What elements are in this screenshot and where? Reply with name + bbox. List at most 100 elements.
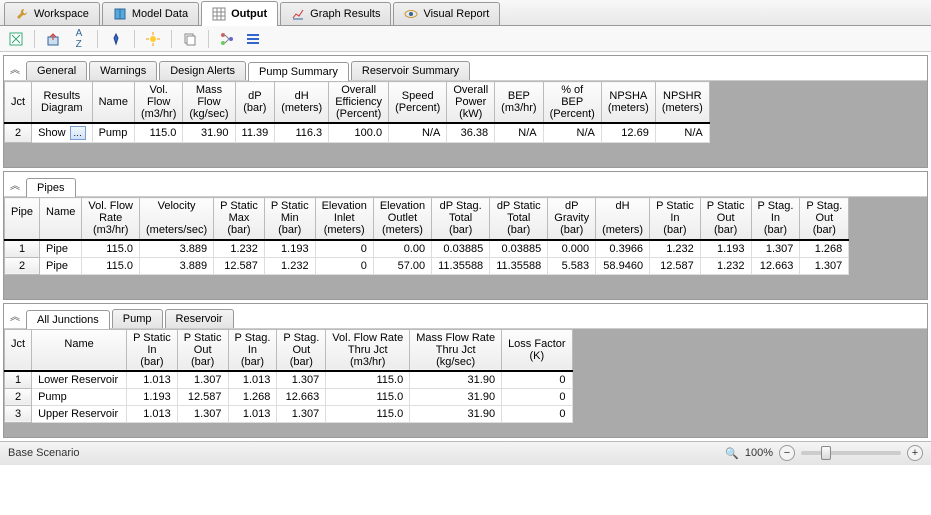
pipes-panel: ︽ Pipes Pipe Name Vol. FlowRate(m3/hr)Ve… [3, 171, 928, 299]
data-cell: 57.00 [373, 257, 431, 274]
col-header[interactable]: Jct [5, 329, 32, 371]
col-header[interactable]: dPGravity(bar) [548, 198, 596, 240]
sub-tab-pump-summary[interactable]: Pump Summary [248, 62, 349, 81]
col-header[interactable]: Vol. Flow RateThru Jct(m3/hr) [326, 329, 410, 371]
data-cell: 1.232 [214, 240, 265, 258]
col-header[interactable]: dP Stag.Total(bar) [432, 198, 490, 240]
col-header[interactable]: P Stag.Out(bar) [277, 329, 326, 371]
col-header[interactable]: NPSHR(meters) [655, 82, 709, 124]
col-header[interactable]: P StaticMax(bar) [214, 198, 265, 240]
sub-tab-warnings[interactable]: Warnings [89, 61, 157, 80]
col-header[interactable]: Loss Factor(K) [502, 329, 572, 371]
col-header[interactable]: P StaticMin(bar) [264, 198, 315, 240]
main-tab-workspace[interactable]: Workspace [4, 2, 100, 25]
col-header[interactable]: P StaticOut(bar) [700, 198, 751, 240]
col-header[interactable]: Velocity (meters/sec) [140, 198, 214, 240]
sub-tab-all-junctions[interactable]: All Junctions [26, 310, 110, 329]
col-header[interactable]: Name [32, 329, 127, 371]
col-header[interactable]: dH(meters) [275, 82, 329, 124]
col-header[interactable]: BEP(m3/hr) [495, 82, 543, 124]
col-header[interactable]: Mass Flow RateThru Jct(kg/sec) [410, 329, 502, 371]
list-button[interactable] [243, 29, 263, 49]
col-header[interactable]: ResultsDiagram [32, 82, 93, 124]
data-cell: 115.0 [134, 123, 182, 143]
col-header[interactable]: MassFlow(kg/sec) [183, 82, 235, 124]
zoom-in-button[interactable]: + [907, 445, 923, 461]
show-cell[interactable]: Show … [32, 123, 93, 143]
sub-tab-general[interactable]: General [26, 61, 87, 80]
col-header[interactable]: dP(bar) [235, 82, 275, 124]
sort-button[interactable]: AZ [69, 29, 89, 49]
name-cell: Pipe [40, 240, 82, 258]
main-tab-visual-report[interactable]: Visual Report [393, 2, 500, 25]
zoom-out-button[interactable]: − [779, 445, 795, 461]
data-cell: 12.587 [177, 388, 228, 405]
ellipsis-button[interactable]: … [70, 126, 86, 140]
sun-button[interactable] [143, 29, 163, 49]
data-cell: 0.00 [373, 240, 431, 258]
data-cell: 1.193 [127, 388, 178, 405]
sub-tab-reservoir-summary[interactable]: Reservoir Summary [351, 61, 470, 80]
col-header[interactable]: P StaticIn(bar) [127, 329, 178, 371]
data-cell: 12.663 [277, 388, 326, 405]
data-cell: 12.587 [214, 257, 265, 274]
row-header[interactable]: 1 [5, 371, 32, 389]
col-header[interactable]: Name [40, 198, 82, 240]
export-button[interactable] [43, 29, 63, 49]
copy-button[interactable] [180, 29, 200, 49]
collapse-button[interactable]: ︽ [4, 57, 26, 79]
data-cell: 100.0 [329, 123, 389, 143]
name-cell: Pipe [40, 257, 82, 274]
col-header[interactable]: OverallPower(kW) [447, 82, 495, 124]
col-header[interactable]: Vol.Flow(m3/hr) [134, 82, 182, 124]
col-header[interactable]: Jct [5, 82, 32, 124]
col-header[interactable]: P StaticOut(bar) [177, 329, 228, 371]
main-tab-model-data[interactable]: Model Data [102, 2, 199, 25]
scenario-label: Base Scenario [8, 447, 80, 459]
data-cell: 12.587 [650, 257, 701, 274]
col-header[interactable]: ElevationOutlet(meters) [373, 198, 431, 240]
col-header[interactable]: Name [92, 82, 134, 124]
pin-button[interactable] [106, 29, 126, 49]
refresh-button[interactable] [6, 29, 26, 49]
name-cell: Pump [92, 123, 134, 143]
data-cell: 11.35588 [490, 257, 548, 274]
data-cell: 1.232 [650, 240, 701, 258]
col-header[interactable]: Pipe [5, 198, 40, 240]
data-cell: 0 [502, 371, 572, 389]
col-header[interactable]: dP StaticTotal(bar) [490, 198, 548, 240]
sub-tab-reservoir[interactable]: Reservoir [165, 309, 234, 328]
col-header[interactable]: P StaticIn(bar) [650, 198, 701, 240]
tree-button[interactable] [217, 29, 237, 49]
row-header[interactable]: 2 [5, 123, 32, 143]
zoom-slider[interactable] [801, 451, 901, 455]
row-header[interactable]: 1 [5, 240, 40, 258]
data-cell: 1.013 [127, 371, 178, 389]
data-cell: 1.307 [751, 240, 800, 258]
data-cell: 116.3 [275, 123, 329, 143]
col-header[interactable]: P Stag.Out(bar) [800, 198, 849, 240]
col-header[interactable]: P Stag.In(bar) [228, 329, 277, 371]
data-cell: 0 [502, 388, 572, 405]
grid-icon [212, 7, 226, 21]
col-header[interactable]: Vol. FlowRate(m3/hr) [82, 198, 140, 240]
row-header[interactable]: 3 [5, 405, 32, 422]
sub-tab-design-alerts[interactable]: Design Alerts [159, 61, 246, 80]
main-tab-output[interactable]: Output [201, 1, 278, 26]
col-header[interactable]: OverallEfficiency(Percent) [329, 82, 389, 124]
data-cell: 1.307 [177, 405, 228, 422]
collapse-button[interactable]: ︽ [4, 305, 26, 327]
col-header[interactable]: % ofBEP(Percent) [543, 82, 601, 124]
sub-tab-pipes[interactable]: Pipes [26, 178, 76, 197]
col-header[interactable]: dH (meters) [596, 198, 650, 240]
col-header[interactable]: P Stag.In(bar) [751, 198, 800, 240]
col-header[interactable]: ElevationInlet(meters) [315, 198, 373, 240]
main-tab-graph-results[interactable]: Graph Results [280, 2, 391, 25]
col-header[interactable]: Speed(Percent) [389, 82, 447, 124]
row-header[interactable]: 2 [5, 388, 32, 405]
collapse-button[interactable]: ︽ [4, 173, 26, 195]
col-header[interactable]: NPSHA(meters) [601, 82, 655, 124]
row-header[interactable]: 2 [5, 257, 40, 274]
data-cell: 0.3966 [596, 240, 650, 258]
sub-tab-pump[interactable]: Pump [112, 309, 163, 328]
